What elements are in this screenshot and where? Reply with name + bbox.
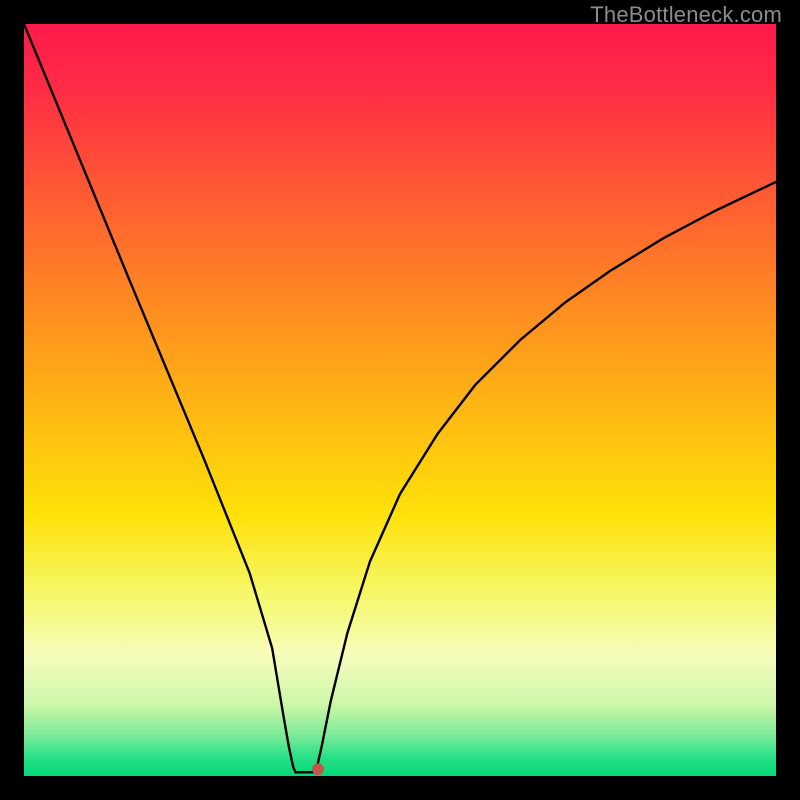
bottleneck-chart bbox=[24, 24, 776, 776]
watermark-text: TheBottleneck.com bbox=[590, 2, 782, 28]
valley-marker-dot bbox=[312, 763, 324, 775]
chart-frame bbox=[24, 24, 776, 776]
chart-background bbox=[24, 24, 776, 776]
